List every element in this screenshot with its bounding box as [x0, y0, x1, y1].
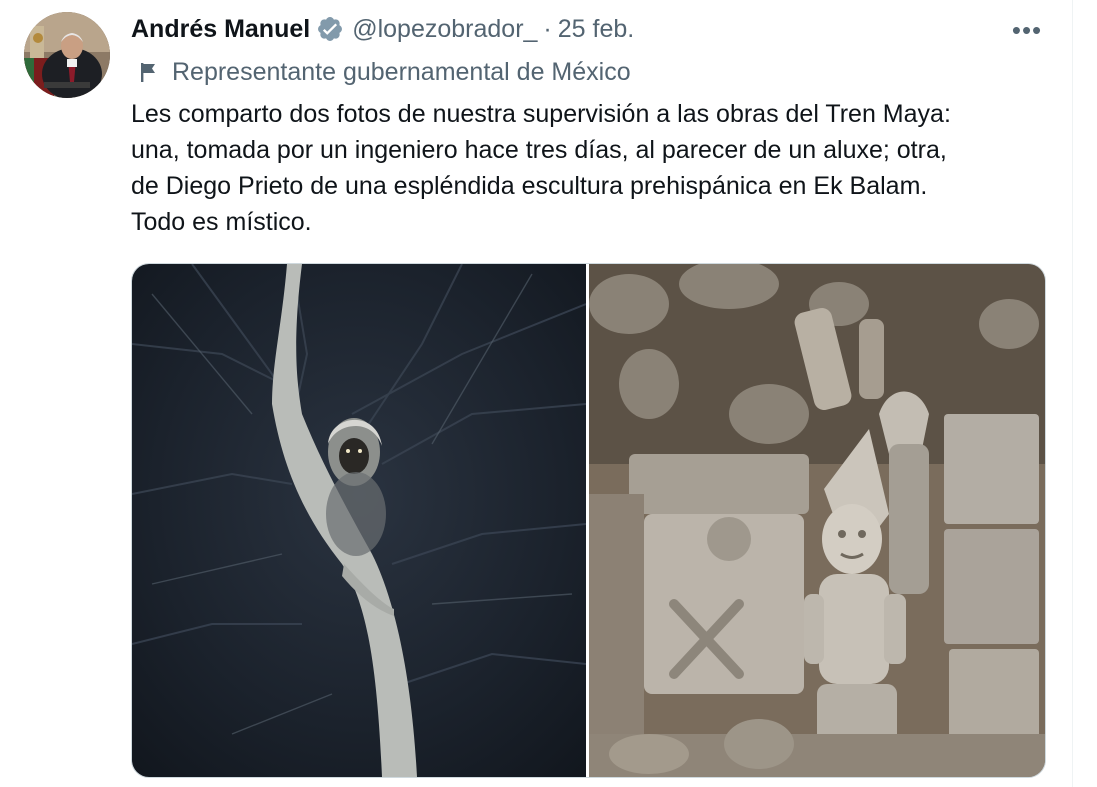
- tweet-text-line: Todo es místico.: [131, 208, 312, 236]
- photo-sculpture[interactable]: [589, 264, 1045, 777]
- affiliation-text[interactable]: Representante gubernamental de México: [172, 58, 631, 87]
- separator-dot: ·: [543, 14, 552, 43]
- author-handle[interactable]: @lopezobrador_: [352, 15, 537, 44]
- tweet-text: Les comparto dos fotos de nuestra superv…: [131, 96, 1061, 240]
- tweet-text-line: Les comparto dos fotos de nuestra superv…: [131, 100, 951, 128]
- affiliation-label: Representante gubernamental de México: [138, 55, 631, 89]
- author-name[interactable]: Andrés Manuel: [131, 15, 310, 44]
- flag-icon: [141, 63, 155, 82]
- timeline-divider: [1072, 0, 1073, 787]
- tweet-header: Andrés Manuel @lopezobrador_ · 25 feb.: [131, 12, 634, 46]
- tweet-text-line: una, tomada por un ingeniero hace tres d…: [131, 136, 947, 164]
- more-icon[interactable]: •••: [1010, 15, 1044, 45]
- verified-badge-icon[interactable]: [316, 15, 344, 43]
- avatar[interactable]: [24, 12, 110, 98]
- tweet-text-line: de Diego Prieto de una espléndida escult…: [131, 172, 928, 200]
- avatar-photo: [24, 12, 110, 98]
- tweet-date[interactable]: 25 feb.: [558, 15, 634, 44]
- photo-aluxe[interactable]: [132, 264, 586, 777]
- tweet-media: [131, 263, 1046, 778]
